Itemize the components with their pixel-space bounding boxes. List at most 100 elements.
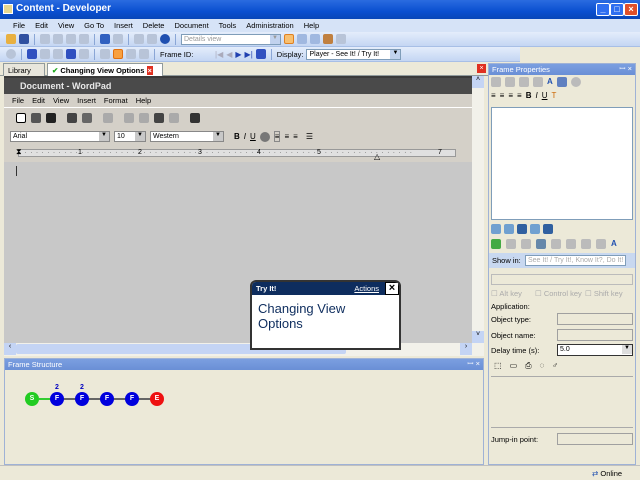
copy-icon[interactable]	[53, 34, 63, 44]
printer-icon[interactable]: ⎙	[525, 361, 531, 371]
object-type-combo[interactable]	[557, 313, 633, 325]
view-combo[interactable]: Details view ▼	[181, 33, 281, 45]
tab-icon[interactable]	[543, 224, 553, 234]
color-icon[interactable]	[259, 131, 270, 142]
pin-close-icons[interactable]: ꟷ ×	[467, 359, 480, 369]
delay-time-combo[interactable]: 5.0 ▼	[557, 344, 633, 356]
insert-frame-icon[interactable]	[27, 49, 37, 59]
tab-changing-view-options[interactable]: ✔ Changing View Options ×	[47, 63, 163, 76]
cut-icon[interactable]	[124, 112, 134, 123]
underline-button[interactable]: U	[250, 132, 256, 141]
wp-menu-format[interactable]: Format	[100, 94, 132, 107]
bubble-text-area[interactable]	[491, 107, 633, 220]
frame-node[interactable]: F	[125, 392, 139, 406]
sound-icon[interactable]	[570, 77, 581, 87]
justify-button[interactable]: ≡	[517, 91, 522, 101]
print-icon[interactable]	[67, 112, 77, 123]
script-combo[interactable]: Western ▼	[150, 131, 224, 142]
menu-document[interactable]: Document	[169, 19, 213, 32]
details-view-icon[interactable]	[284, 34, 294, 44]
rectangle-icon[interactable]: ▭	[510, 361, 518, 371]
save-icon[interactable]	[19, 34, 29, 44]
bold-button[interactable]: B	[234, 132, 240, 141]
menu-view[interactable]: View	[53, 19, 79, 32]
text-style-icon[interactable]	[556, 77, 567, 87]
goto-frame-icon[interactable]	[255, 49, 266, 59]
find-icon[interactable]	[134, 34, 144, 44]
open-icon[interactable]	[6, 34, 16, 44]
align-left-button[interactable]: ≡	[273, 131, 281, 142]
shift-key-checkbox[interactable]: ☐ Shift key	[585, 289, 623, 298]
action-icon[interactable]	[506, 239, 516, 249]
action-icon[interactable]	[491, 239, 501, 249]
menu-edit[interactable]: Edit	[30, 19, 53, 32]
align-right-button[interactable]: ≡	[508, 91, 513, 101]
key-combo[interactable]	[491, 274, 633, 285]
delete-icon[interactable]	[533, 77, 543, 87]
menu-file[interactable]: File	[8, 19, 30, 32]
publish-icon[interactable]	[323, 34, 333, 44]
date-time-icon[interactable]	[190, 112, 200, 123]
action-icon[interactable]	[566, 239, 576, 249]
export-icon[interactable]	[126, 49, 136, 59]
action-icon[interactable]	[581, 239, 591, 249]
display-combo[interactable]: Player - See It! / Try It! ▼	[306, 48, 402, 60]
alternative-icon[interactable]	[53, 49, 63, 59]
menu-administration[interactable]: Administration	[241, 19, 299, 32]
horizontal-scrollbar[interactable]: ‹ ›	[4, 343, 484, 356]
action-icon[interactable]	[596, 239, 606, 249]
close-tab-icon[interactable]: ×	[146, 66, 153, 75]
jump-in-field[interactable]	[557, 433, 633, 445]
bold-button[interactable]: B	[526, 91, 532, 101]
frame-node[interactable]: F2	[75, 384, 89, 406]
new-icon[interactable]	[16, 112, 26, 123]
undo-icon[interactable]	[169, 112, 179, 123]
paste-icon[interactable]	[154, 112, 164, 123]
close-button[interactable]: ×	[624, 3, 638, 16]
wordpad-document[interactable]	[4, 162, 472, 343]
last-frame-icon[interactable]: ▶|	[245, 50, 253, 59]
font-icon[interactable]: A	[611, 239, 617, 249]
refresh-icon[interactable]	[336, 34, 346, 44]
record-icon[interactable]	[6, 49, 16, 59]
print-preview-icon[interactable]	[82, 112, 92, 123]
split-vertical-icon[interactable]	[310, 34, 320, 44]
show-in-combo[interactable]: See It! / Try It!, Know It?, Do It!	[525, 255, 627, 266]
select-object-icon[interactable]: ⬚	[494, 361, 502, 371]
copy-icon[interactable]	[505, 77, 515, 87]
menu-help[interactable]: Help	[299, 19, 324, 32]
size-combo[interactable]: 10 ▼	[114, 131, 146, 142]
pin-close-icons[interactable]: ꟷ ×	[619, 64, 632, 74]
frame-node[interactable]: S	[25, 392, 39, 406]
action-icon[interactable]	[536, 239, 546, 249]
close-callout-icon[interactable]: ×	[385, 282, 399, 295]
maximize-button[interactable]: □	[610, 3, 624, 16]
paste-icon[interactable]	[519, 77, 529, 87]
timer-icon[interactable]: ◌	[540, 361, 545, 371]
save-icon[interactable]	[46, 112, 56, 123]
wp-menu-view[interactable]: View	[49, 94, 73, 107]
vertical-scrollbar[interactable]: ˄ ˅	[472, 76, 484, 343]
tab-icon[interactable]	[530, 224, 540, 234]
connect-icon[interactable]	[66, 49, 76, 59]
wp-menu-insert[interactable]: Insert	[73, 94, 100, 107]
bullets-button[interactable]: ☰	[306, 132, 313, 141]
minimize-button[interactable]: _	[596, 3, 610, 16]
branch-icon[interactable]	[40, 49, 50, 59]
preview-icon[interactable]	[113, 49, 123, 59]
indent-marker[interactable]: ⧗	[16, 147, 22, 157]
action-icon[interactable]	[521, 239, 531, 249]
paste-icon[interactable]	[66, 34, 76, 44]
actions-link[interactable]: Actions	[354, 284, 379, 293]
font-icon[interactable]: A	[547, 77, 553, 87]
tab-icon[interactable]	[504, 224, 514, 234]
edit-icon[interactable]	[100, 49, 110, 59]
wp-menu-file[interactable]: File	[8, 94, 28, 107]
copy-icon[interactable]	[139, 112, 149, 123]
font-combo[interactable]: Arial ▼	[10, 131, 110, 142]
tab-icon[interactable]	[491, 224, 501, 234]
tab-icon[interactable]	[517, 224, 527, 234]
italic-button[interactable]: I	[244, 132, 246, 141]
object-name-field[interactable]	[557, 329, 633, 341]
frame-icon[interactable]	[79, 49, 89, 59]
